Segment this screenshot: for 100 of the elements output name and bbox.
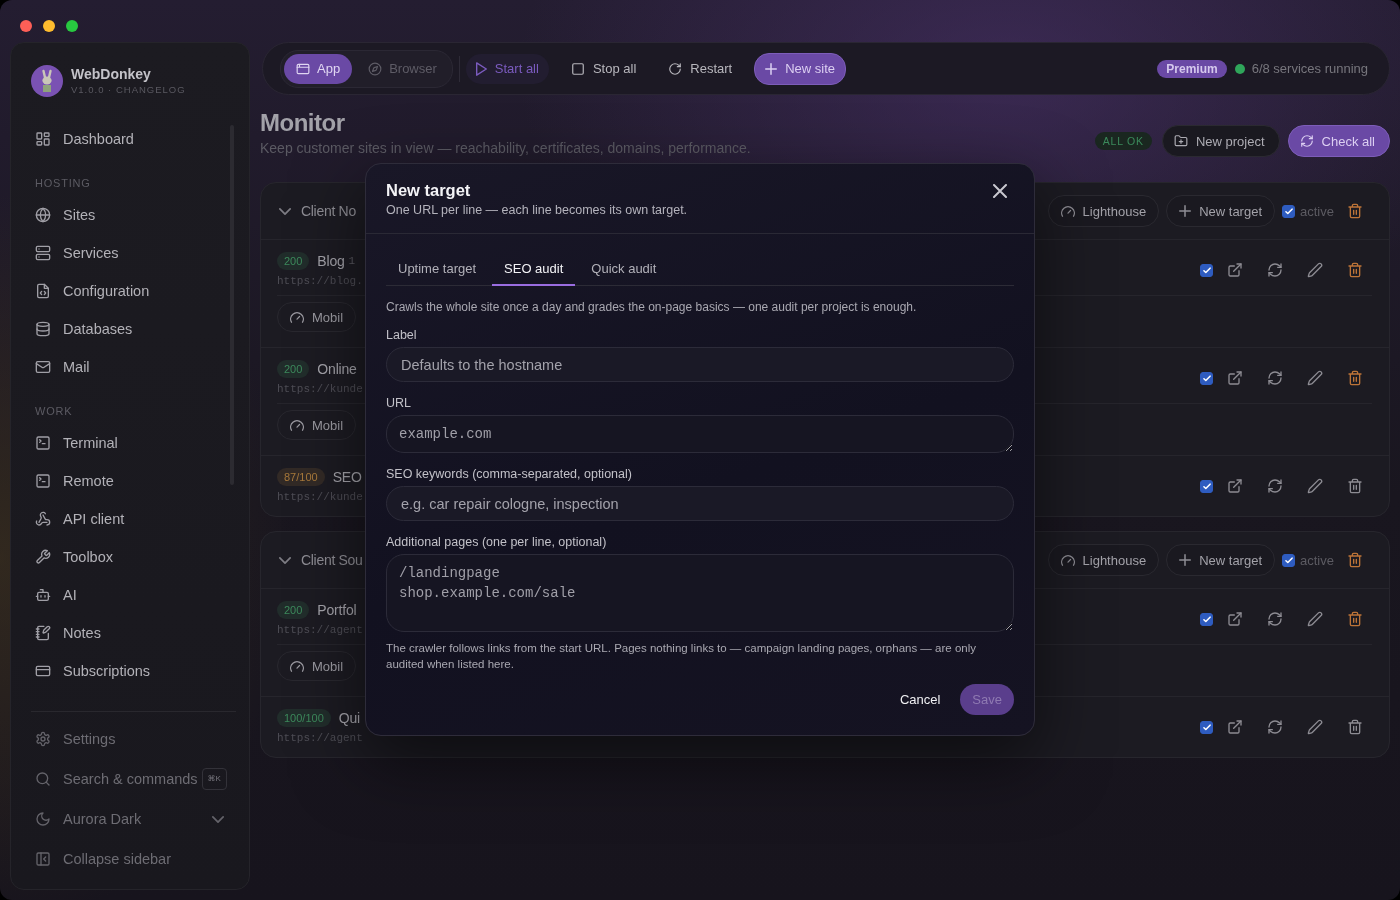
- card-button[interactable]: Lighthouse: [1047, 195, 1160, 227]
- status-badge: 100/100: [277, 709, 331, 727]
- pencil-icon[interactable]: [1307, 611, 1323, 627]
- cancel-button[interactable]: Cancel: [899, 692, 941, 707]
- app-window-icon: [296, 61, 310, 76]
- sidebar-item[interactable]: Sites: [31, 196, 236, 234]
- sidebar-item[interactable]: AI: [31, 576, 236, 614]
- checkbox[interactable]: [1282, 553, 1296, 567]
- page-title: Monitor: [260, 109, 346, 137]
- sidebar-item[interactable]: Remote: [31, 462, 236, 500]
- refresh-icon: [1299, 134, 1314, 148]
- tab[interactable]: Quick audit: [579, 253, 669, 286]
- header-button[interactable]: Check all: [1287, 125, 1390, 157]
- text-field[interactable]: e.g. car repair cologne, inspection: [386, 486, 1014, 521]
- webhook-icon: [35, 511, 51, 527]
- trash-icon[interactable]: [1347, 370, 1363, 386]
- text-area-field[interactable]: /landingpage shop.example.com/sale: [386, 554, 1014, 632]
- header-button[interactable]: New project: [1161, 125, 1280, 157]
- sidebar-item[interactable]: Toolbox: [31, 538, 236, 576]
- toolbar-button[interactable]: New site: [754, 52, 847, 85]
- pencil-icon[interactable]: [1307, 370, 1323, 386]
- external-link-icon[interactable]: [1227, 478, 1243, 494]
- play-icon: [475, 61, 487, 76]
- toolbar-button[interactable]: Restart: [658, 53, 743, 84]
- chevron-down-icon[interactable]: [279, 556, 291, 564]
- trash-icon[interactable]: [1347, 719, 1363, 735]
- section-heading: HOSTING: [34, 176, 92, 190]
- pencil-icon[interactable]: [1307, 719, 1323, 735]
- text-field[interactable]: Defaults to the hostname: [386, 347, 1014, 382]
- close-icon[interactable]: [993, 184, 1007, 198]
- external-link-icon[interactable]: [1227, 262, 1243, 278]
- card-button[interactable]: Lighthouse: [1047, 544, 1160, 576]
- moon-icon: [35, 811, 51, 827]
- trash-icon[interactable]: [1347, 262, 1363, 278]
- checkbox[interactable]: [1200, 263, 1213, 277]
- text-area-field[interactable]: example.com: [386, 415, 1014, 453]
- window-close-button[interactable]: [20, 20, 32, 32]
- checkmark-icon: [1202, 723, 1211, 731]
- chevron-down-icon[interactable]: [279, 207, 291, 215]
- device-chip[interactable]: Mobil: [277, 410, 357, 440]
- server-icon: [35, 245, 51, 261]
- status-badge: 200: [277, 601, 310, 619]
- checkbox[interactable]: [1200, 479, 1213, 493]
- sidebar-item[interactable]: API client: [31, 500, 236, 538]
- project-name[interactable]: Client Sou: [301, 552, 363, 568]
- field-label: URL: [386, 396, 412, 410]
- trash-icon[interactable]: [1347, 611, 1363, 627]
- credit-card-icon: [35, 663, 51, 679]
- refresh-icon[interactable]: [1267, 478, 1283, 494]
- mode-tab[interactable]: App: [284, 53, 353, 84]
- device-chip[interactable]: Mobil: [277, 651, 357, 681]
- external-link-icon[interactable]: [1227, 370, 1243, 386]
- refresh-icon[interactable]: [1267, 370, 1283, 386]
- terminal-icon: [35, 473, 51, 489]
- sidebar-item[interactable]: Configuration: [31, 272, 236, 310]
- card-button[interactable]: New target: [1166, 544, 1276, 576]
- card-button[interactable]: New target: [1166, 195, 1276, 227]
- refresh-icon[interactable]: [1267, 262, 1283, 278]
- target-name: SEO: [332, 469, 362, 485]
- window-zoom-button[interactable]: [66, 20, 78, 32]
- sidebar-item[interactable]: Search & commands ⌘K: [31, 759, 236, 799]
- sidebar-item[interactable]: Dashboard: [31, 120, 236, 158]
- gauge-icon: [1060, 205, 1075, 217]
- compass-icon: [368, 61, 383, 76]
- target-name: Online: [317, 361, 357, 377]
- tab[interactable]: Uptime target: [386, 253, 489, 286]
- sidebar-item[interactable]: Databases: [31, 310, 236, 348]
- dialog-subtitle: One URL per line — each line becomes its own target.: [386, 202, 688, 218]
- trash-icon[interactable]: [1347, 478, 1363, 494]
- project-name[interactable]: Client No: [301, 203, 356, 219]
- checkmark-icon: [1202, 266, 1211, 274]
- pencil-icon[interactable]: [1307, 262, 1323, 278]
- status-badge: ALL OK: [1094, 132, 1152, 150]
- checkbox[interactable]: [1200, 720, 1213, 734]
- page-subtitle: Keep customer sites in view — reachability, certificates, domains, performance.: [260, 139, 751, 157]
- app-name: WebDonkey: [71, 66, 152, 82]
- trash-icon[interactable]: [1347, 552, 1363, 568]
- gauge-icon: [290, 660, 304, 672]
- sidebar-item[interactable]: Mail: [31, 348, 236, 386]
- external-link-icon[interactable]: [1227, 611, 1243, 627]
- tab[interactable]: SEO audit: [492, 253, 576, 286]
- sidebar-item[interactable]: Terminal: [31, 424, 236, 462]
- sidebar-item[interactable]: Notes: [31, 614, 236, 652]
- external-link-icon[interactable]: [1227, 719, 1243, 735]
- checkbox[interactable]: [1200, 612, 1213, 626]
- refresh-icon[interactable]: [1267, 719, 1283, 735]
- sidebar-item[interactable]: Subscriptions: [31, 652, 236, 690]
- pencil-icon[interactable]: [1307, 478, 1323, 494]
- refresh-icon[interactable]: [1267, 611, 1283, 627]
- gauge-icon: [290, 311, 304, 323]
- checkbox[interactable]: [1282, 204, 1296, 218]
- globe-icon: [35, 207, 51, 223]
- trash-icon[interactable]: [1347, 203, 1363, 219]
- checkbox[interactable]: [1200, 371, 1213, 385]
- toolbar-button[interactable]: Stop all: [560, 53, 647, 84]
- code-file-icon: [35, 283, 51, 299]
- dashboard-icon: [35, 131, 51, 147]
- device-chip[interactable]: Mobil: [277, 302, 357, 332]
- window-minimize-button[interactable]: [43, 20, 55, 32]
- sidebar-item[interactable]: Services: [31, 234, 236, 272]
